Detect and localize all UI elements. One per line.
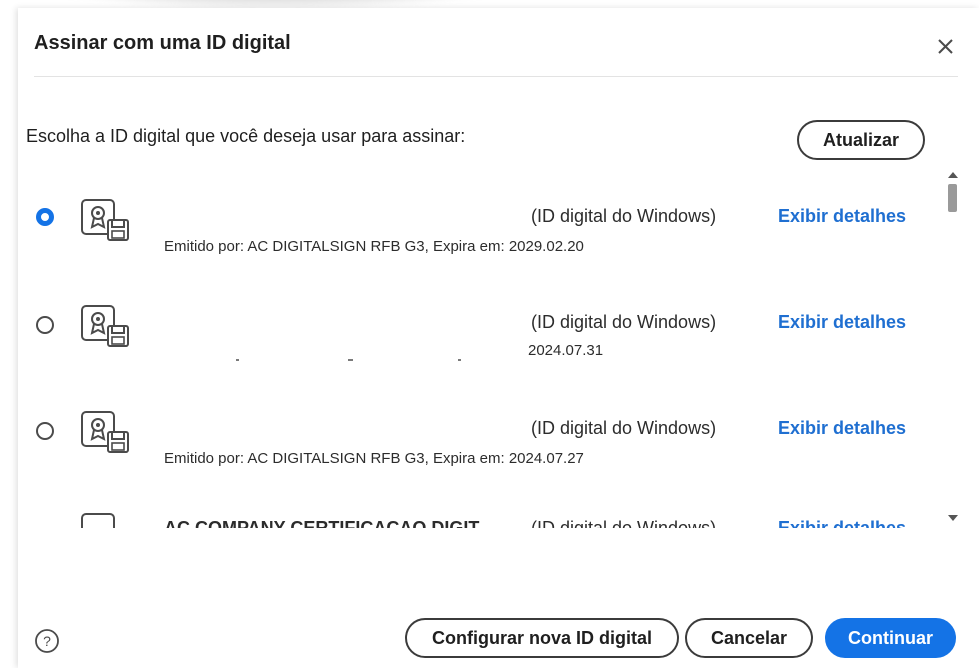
svg-text:?: ? [43,633,51,649]
digital-id-type: (ID digital do Windows) [531,518,717,528]
title-divider [34,76,958,77]
certificate-icon [81,513,115,528]
certificate-icon [81,411,129,453]
digital-id-row[interactable]: (ID digital do Windows) Exibir detalhes … [18,296,948,396]
digital-id-issuer: Emitido por: AC DIGITALSIGN RFB G3, Expi… [164,450,584,467]
view-details-link[interactable]: Exibir detalhes [778,418,906,439]
digital-id-row[interactable]: (ID digital do Windows) Exibir detalhes … [18,190,948,290]
digital-id-radio[interactable] [36,422,54,440]
view-details-link[interactable]: Exibir detalhes [778,518,906,528]
scroll-thumb[interactable] [948,184,957,212]
close-button[interactable] [932,32,960,60]
view-details-link[interactable]: Exibir detalhes [778,206,906,227]
sign-with-digital-id-dialog: Assinar com uma ID digital Escolha a ID … [18,8,979,668]
digital-id-name: AC COMPANY CERTIFICACAO DIGIT... [164,518,493,528]
configure-new-digital-id-button[interactable]: Configurar nova ID digital [405,618,679,658]
scroll-down-arrow-icon[interactable] [948,515,958,521]
close-icon [938,39,953,54]
digital-id-radio[interactable] [36,316,54,334]
screen: Assinar com uma ID digital Escolha a ID … [0,0,979,668]
certificate-icon [81,305,129,347]
digital-id-issuer: 2024.07.31 [528,342,604,359]
digital-id-issuer: Emitido por: AC DIGITALSIGN RFB G3, Expi… [164,238,584,255]
digital-id-type: (ID digital do Windows) [531,206,717,226]
redacted-issuer-text [236,359,461,361]
dialog-title: Assinar com uma ID digital [34,32,291,54]
list-scrollbar[interactable] [944,170,960,524]
cancel-button[interactable]: Cancelar [685,618,813,658]
digital-id-row[interactable]: (ID digital do Windows) Exibir detalhes … [18,402,948,502]
scroll-up-arrow-icon[interactable] [948,172,958,178]
digital-id-row[interactable]: AC COMPANY CERTIFICACAO DIGIT... (ID dig… [18,512,948,528]
digital-id-type: (ID digital do Windows) [531,312,717,332]
background-window-shadow [40,0,510,8]
view-details-link[interactable]: Exibir detalhes [778,312,906,333]
refresh-button[interactable]: Atualizar [797,120,925,160]
choose-id-prompt: Escolha a ID digital que você deseja usa… [26,126,466,146]
certificate-icon [81,199,129,241]
continue-button[interactable]: Continuar [825,618,956,658]
help-icon[interactable]: ? [34,628,60,654]
digital-id-radio-selected[interactable] [36,208,54,226]
digital-id-type: (ID digital do Windows) [531,418,717,438]
digital-id-list: (ID digital do Windows) Exibir detalhes … [18,170,958,528]
